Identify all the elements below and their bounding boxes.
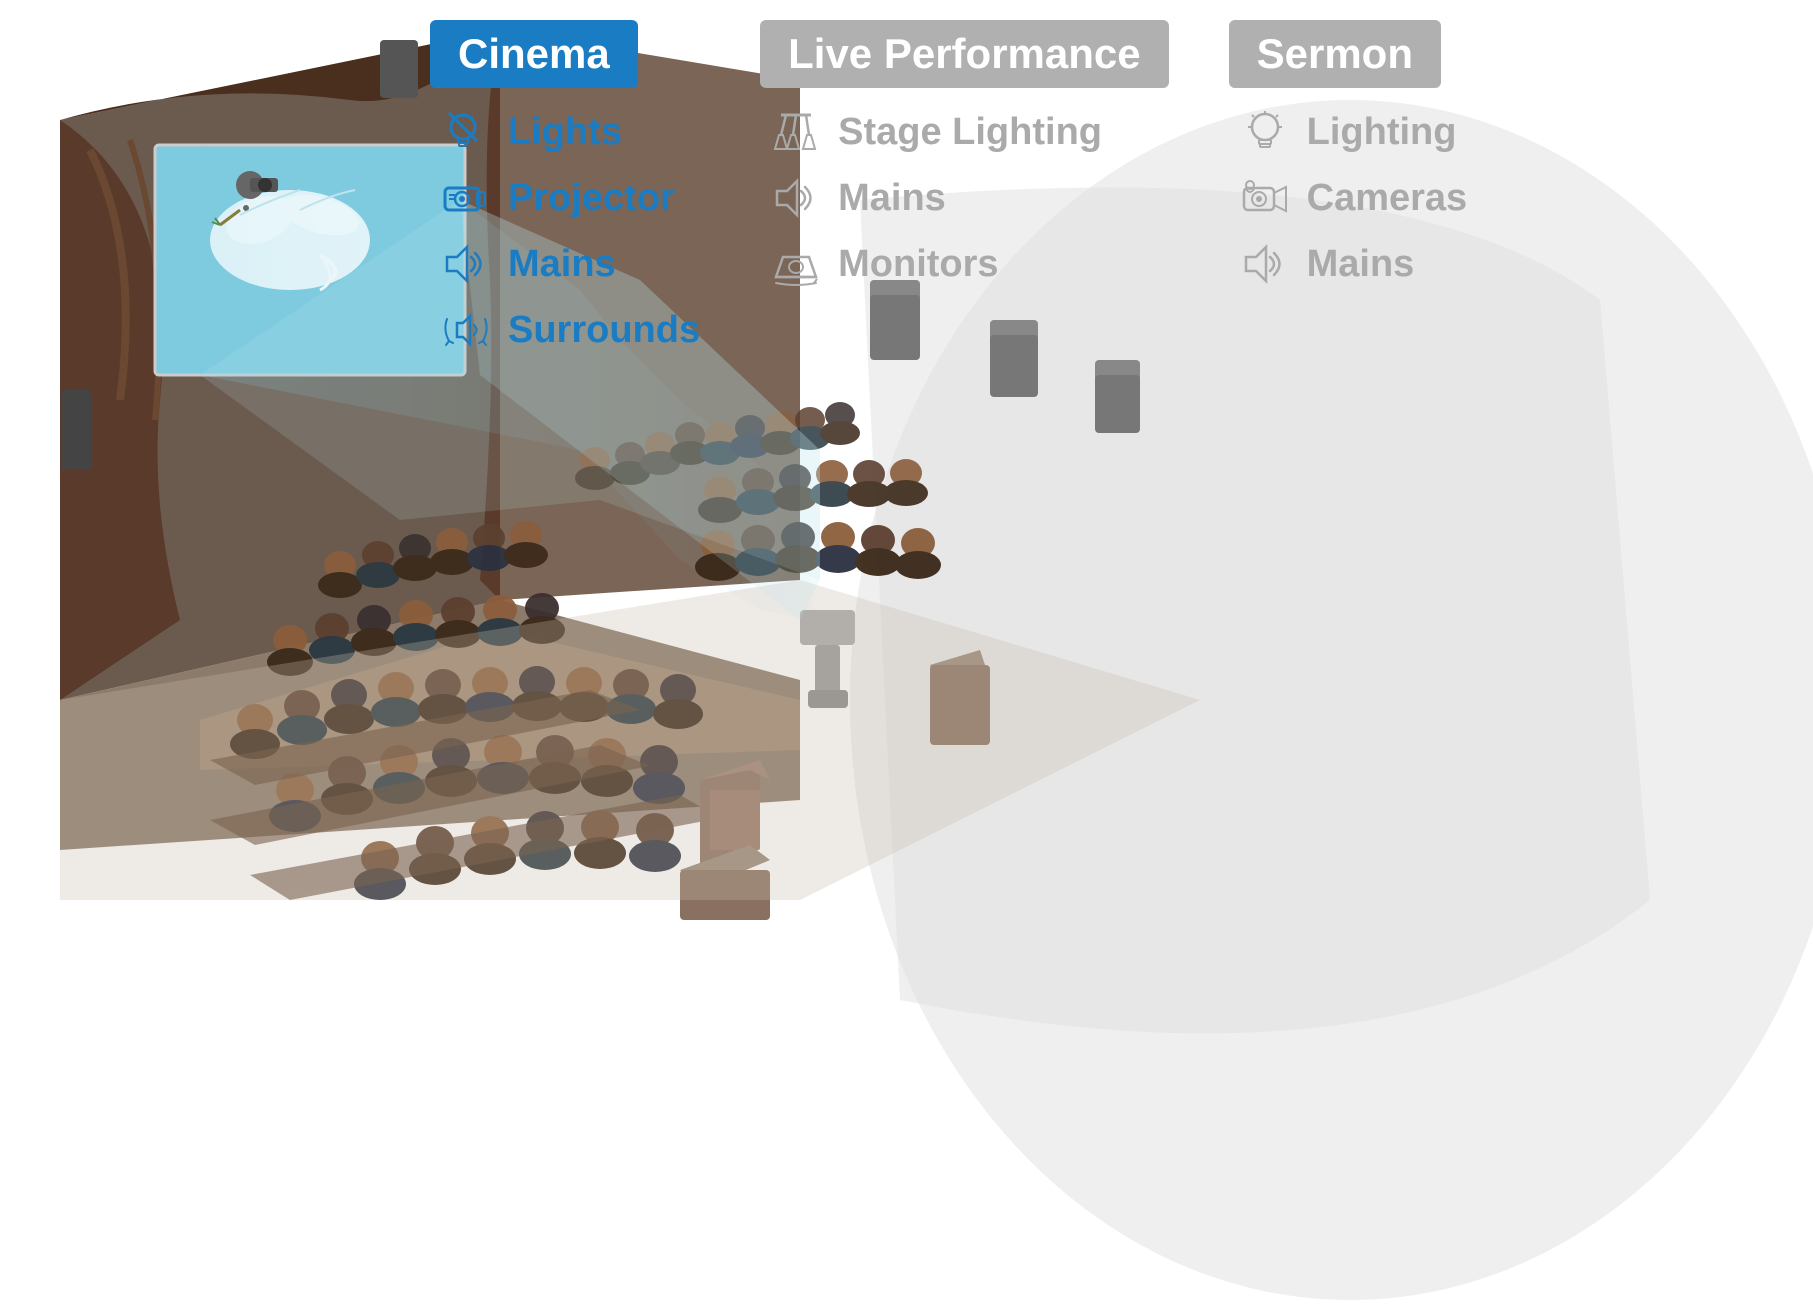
- cinema-lights-label: Lights: [508, 111, 622, 154]
- monitors-icon: [770, 238, 822, 290]
- sermon-mains-item[interactable]: Mains: [1239, 238, 1468, 290]
- sermon-items: Lighting Cameras: [1229, 106, 1468, 290]
- cinema-panel: Cinema Lights: [430, 20, 700, 356]
- bulb-icon: [1239, 106, 1291, 158]
- live-performance-header[interactable]: Live Performance: [760, 20, 1169, 88]
- sermon-panel: Sermon Lighting: [1229, 20, 1469, 290]
- speaker-surrounds-icon: [440, 304, 492, 356]
- live-performance-panel: Live Performance Stage: [760, 20, 1169, 290]
- cinema-mains-label: Mains: [508, 243, 616, 286]
- monitors-item[interactable]: Monitors: [770, 238, 1102, 290]
- speaker-mains-icon: [440, 238, 492, 290]
- lp-speaker-icon: [770, 172, 822, 224]
- stage-lighting-icon: [770, 106, 822, 158]
- ui-panels-overlay: Cinema Lights: [430, 20, 1469, 356]
- cameras-label: Cameras: [1307, 177, 1468, 220]
- cinema-lights-item[interactable]: Lights: [440, 106, 700, 158]
- cinema-projector-item[interactable]: Projector: [440, 172, 700, 224]
- cameras-item[interactable]: Cameras: [1239, 172, 1468, 224]
- monitors-label: Monitors: [838, 243, 998, 286]
- sermon-speaker-icon: [1239, 238, 1291, 290]
- cinema-surrounds-item[interactable]: Surrounds: [440, 304, 700, 356]
- stage-lighting-label: Stage Lighting: [838, 111, 1102, 154]
- cinema-items: Lights Projector: [430, 106, 700, 356]
- cinema-surrounds-label: Surrounds: [508, 309, 700, 352]
- projector-icon: [440, 172, 492, 224]
- cinema-header[interactable]: Cinema: [430, 20, 638, 88]
- lp-mains-item[interactable]: Mains: [770, 172, 1102, 224]
- lp-mains-label: Mains: [838, 177, 946, 220]
- cinema-mains-item[interactable]: Mains: [440, 238, 700, 290]
- cinema-projector-label: Projector: [508, 177, 675, 220]
- live-performance-items: Stage Lighting Mains: [760, 106, 1102, 290]
- stage-lighting-item[interactable]: Stage Lighting: [770, 106, 1102, 158]
- sermon-lighting-item[interactable]: Lighting: [1239, 106, 1468, 158]
- camera-icon: [1239, 172, 1291, 224]
- sermon-header[interactable]: Sermon: [1229, 20, 1441, 88]
- sermon-lighting-label: Lighting: [1307, 111, 1457, 154]
- sermon-mains-label: Mains: [1307, 243, 1415, 286]
- lights-icon: [440, 106, 492, 158]
